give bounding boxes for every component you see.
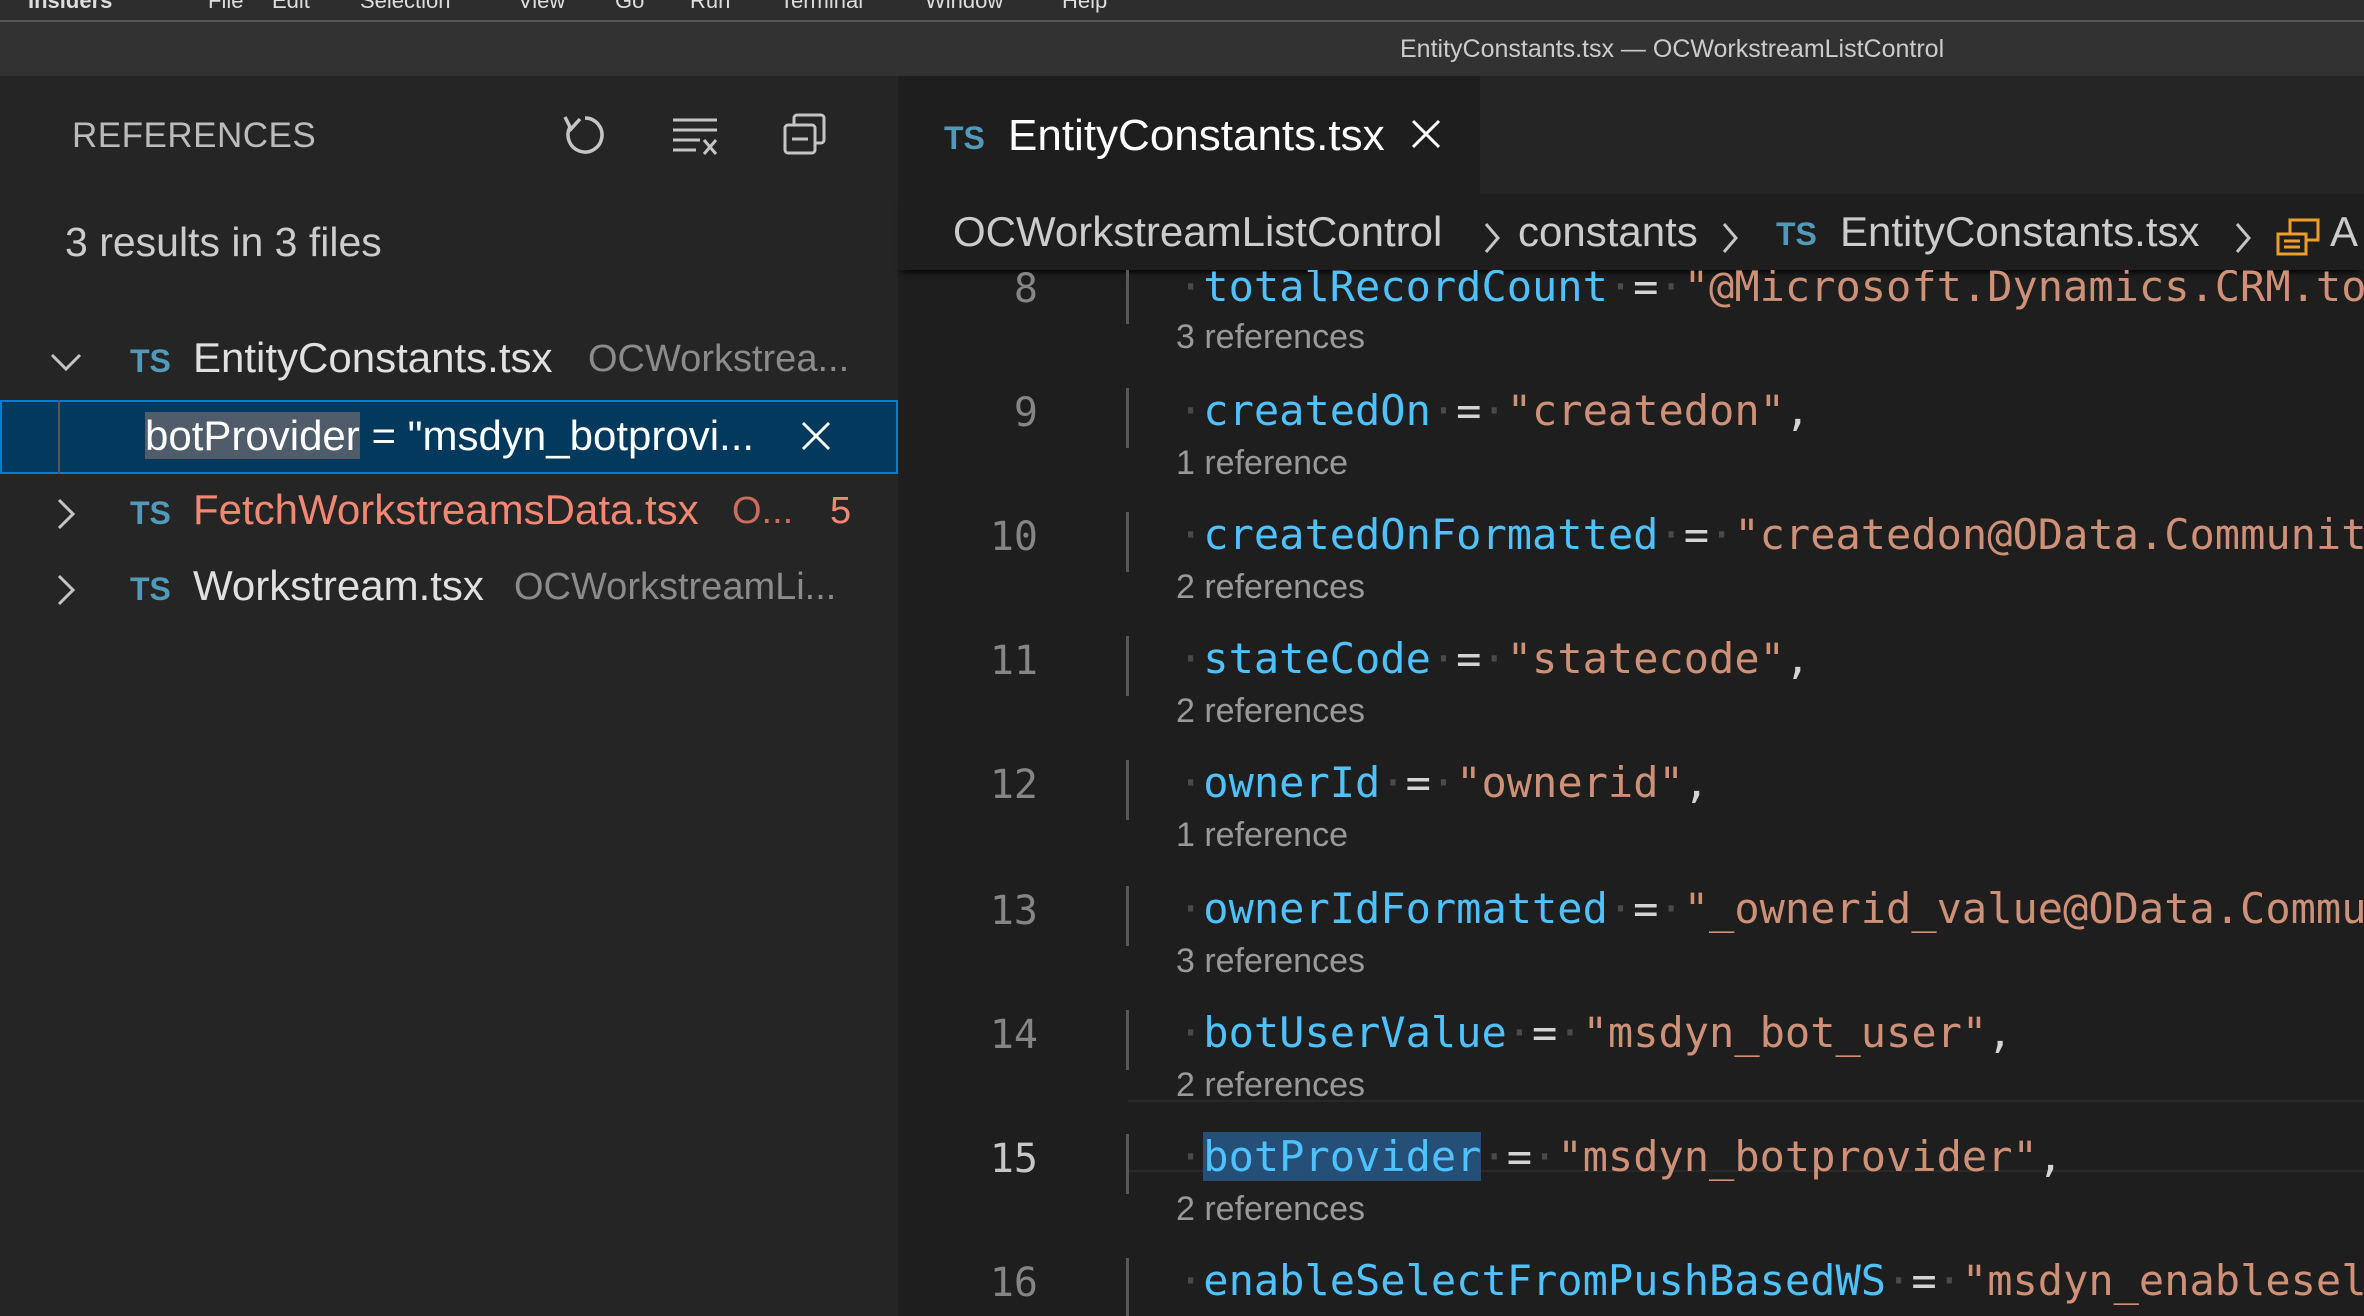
typescript-file-icon: TS: [130, 571, 171, 607]
references-sidebar: REFERENCES 3 results in 3 files TS Entit…: [0, 76, 898, 1316]
line-number: 14: [989, 1012, 1038, 1058]
indent-guide: [1126, 636, 1129, 696]
menu-view[interactable]: View: [518, 0, 565, 14]
chevron-right-icon[interactable]: [48, 572, 84, 608]
symbol-enum-icon: [2276, 218, 2320, 256]
indent-guide: [1126, 388, 1129, 448]
code-area[interactable]: 8 ·totalRecordCount·=·"@Microsoft.Dynami…: [898, 270, 2364, 1316]
file-path: OCWorkstrea...: [588, 338, 850, 380]
code-line: ·createdOn·=·"createdon",: [1178, 386, 1811, 435]
file-path: OCWorkstreamLi...: [514, 566, 837, 608]
code-line: ·ownerId·=·"ownerid",: [1178, 758, 1710, 807]
line-number: 13: [989, 888, 1038, 934]
problem-count-badge: 5: [830, 490, 852, 532]
file-path: O...: [732, 490, 794, 532]
line-number-current: 15: [989, 1136, 1038, 1182]
code-line: ·createdOnFormatted·=·"createdon@OData.C…: [1178, 510, 2364, 559]
indent-guide: [1126, 886, 1129, 946]
line-number: 9: [1013, 390, 1038, 436]
collapse-all-icon[interactable]: [780, 110, 830, 160]
chevron-right-icon: [1722, 223, 1738, 253]
breadcrumb: OCWorkstreamListControl constants TS Ent…: [898, 194, 2364, 270]
line-number: 12: [989, 762, 1038, 808]
close-tab-icon[interactable]: [1408, 116, 1444, 152]
line-number: 10: [989, 514, 1038, 560]
reference-file-item[interactable]: TS EntityConstants.tsx OCWorkstrea...: [0, 324, 898, 398]
code-lens-references[interactable]: 2 references: [1176, 568, 1365, 607]
breadcrumb-symbol[interactable]: A: [2330, 208, 2358, 256]
reference-file-item[interactable]: TS Workstream.tsx OCWorkstreamLi...: [0, 552, 898, 626]
indent-guide: [1126, 270, 1129, 324]
window-title: EntityConstants.tsx — OCWorkstreamListCo…: [1400, 35, 1945, 63]
code-line: ·botUserValue·=·"msdyn_bot_user",: [1178, 1008, 2013, 1057]
menu-file[interactable]: File: [208, 0, 243, 14]
line-number: 8: [1013, 270, 1038, 312]
indent-guide: [1126, 1134, 1129, 1194]
panel-title: REFERENCES: [72, 116, 317, 155]
clear-all-icon[interactable]: [670, 110, 720, 160]
code-lens-references[interactable]: 1 reference: [1176, 444, 1348, 483]
selected-symbol: botProvider: [1203, 1132, 1482, 1181]
indent-guide: [1126, 760, 1129, 820]
breadcrumb-folder-constants[interactable]: constants: [1518, 208, 1698, 256]
menu-go[interactable]: Go: [615, 0, 644, 14]
title-bar: EntityConstants.tsx — OCWorkstreamListCo…: [0, 22, 2364, 76]
tree-indent-guide: [58, 400, 60, 474]
file-name: EntityConstants.tsx: [193, 334, 553, 381]
code-lens-references[interactable]: 3 references: [1176, 942, 1365, 981]
tab-bar: TS EntityConstants.tsx: [898, 76, 2364, 194]
code-lens-references[interactable]: 3 references: [1176, 318, 1365, 357]
typescript-file-icon: TS: [130, 495, 171, 531]
menu-run[interactable]: Run: [690, 0, 730, 14]
indent-guide: [1126, 1010, 1129, 1070]
dismiss-reference-icon[interactable]: [798, 418, 834, 454]
line-number: 11: [989, 638, 1038, 684]
code-line: ·totalRecordCount·=·"@Microsoft.Dynamics…: [1178, 270, 2364, 311]
code-line: ·stateCode·=·"statecode",: [1178, 634, 1811, 683]
menu-bar: Insiders File Edit Selection View Go Run…: [0, 0, 2364, 22]
tab-entity-constants[interactable]: TS EntityConstants.tsx: [898, 76, 1480, 194]
reference-preview: botProvider = "msdyn_botprovi...: [145, 412, 754, 460]
menu-edit[interactable]: Edit: [272, 0, 310, 14]
breadcrumb-folder-root[interactable]: OCWorkstreamListControl: [953, 208, 1442, 256]
menu-window[interactable]: Window: [925, 0, 1003, 14]
indent-guide: [1126, 512, 1129, 572]
menu-app-name[interactable]: Insiders: [28, 0, 112, 14]
file-name: Workstream.tsx: [193, 562, 484, 609]
menu-help[interactable]: Help: [1062, 0, 1107, 14]
typescript-file-icon: TS: [1776, 216, 1817, 252]
reference-preview-rest: = "msdyn_botprovi...: [359, 412, 755, 459]
code-lens-references[interactable]: 1 reference: [1176, 816, 1348, 855]
indent-guide: [1126, 1258, 1129, 1316]
code-line-current: ·botProvider·=·"msdyn_botprovider",: [1178, 1132, 2064, 1181]
reference-match-highlight: botProvider: [145, 412, 360, 459]
chevron-down-icon[interactable]: [48, 344, 84, 380]
typescript-file-icon: TS: [130, 343, 171, 379]
menu-selection[interactable]: Selection: [360, 0, 451, 14]
menu-terminal[interactable]: Terminal: [780, 0, 863, 14]
file-name: FetchWorkstreamsData.tsx: [193, 486, 699, 533]
chevron-right-icon: [1484, 223, 1500, 253]
chevron-right-icon[interactable]: [48, 496, 84, 532]
code-line: ·enableSelectFromPushBasedWS·=·"msdyn_en…: [1178, 1256, 2364, 1305]
code-lens-references[interactable]: 2 references: [1176, 692, 1365, 731]
breadcrumb-file[interactable]: EntityConstants.tsx: [1840, 208, 2199, 256]
reference-item-selected[interactable]: botProvider = "msdyn_botprovi...: [0, 400, 898, 474]
code-line: ·ownerIdFormatted·=·"_ownerid_value@ODat…: [1178, 884, 2364, 933]
code-lens-references[interactable]: 2 references: [1176, 1190, 1365, 1229]
typescript-file-icon: TS: [944, 120, 985, 156]
chevron-right-icon: [2235, 223, 2251, 253]
editor-area: TS EntityConstants.tsx OCWorkstreamListC…: [898, 76, 2364, 1316]
tab-label: EntityConstants.tsx: [1008, 111, 1385, 160]
refresh-icon[interactable]: [560, 110, 610, 160]
line-number: 16: [989, 1260, 1038, 1306]
results-summary: 3 results in 3 files: [65, 219, 382, 265]
reference-file-item[interactable]: TS FetchWorkstreamsData.tsx O... 5: [0, 476, 898, 550]
